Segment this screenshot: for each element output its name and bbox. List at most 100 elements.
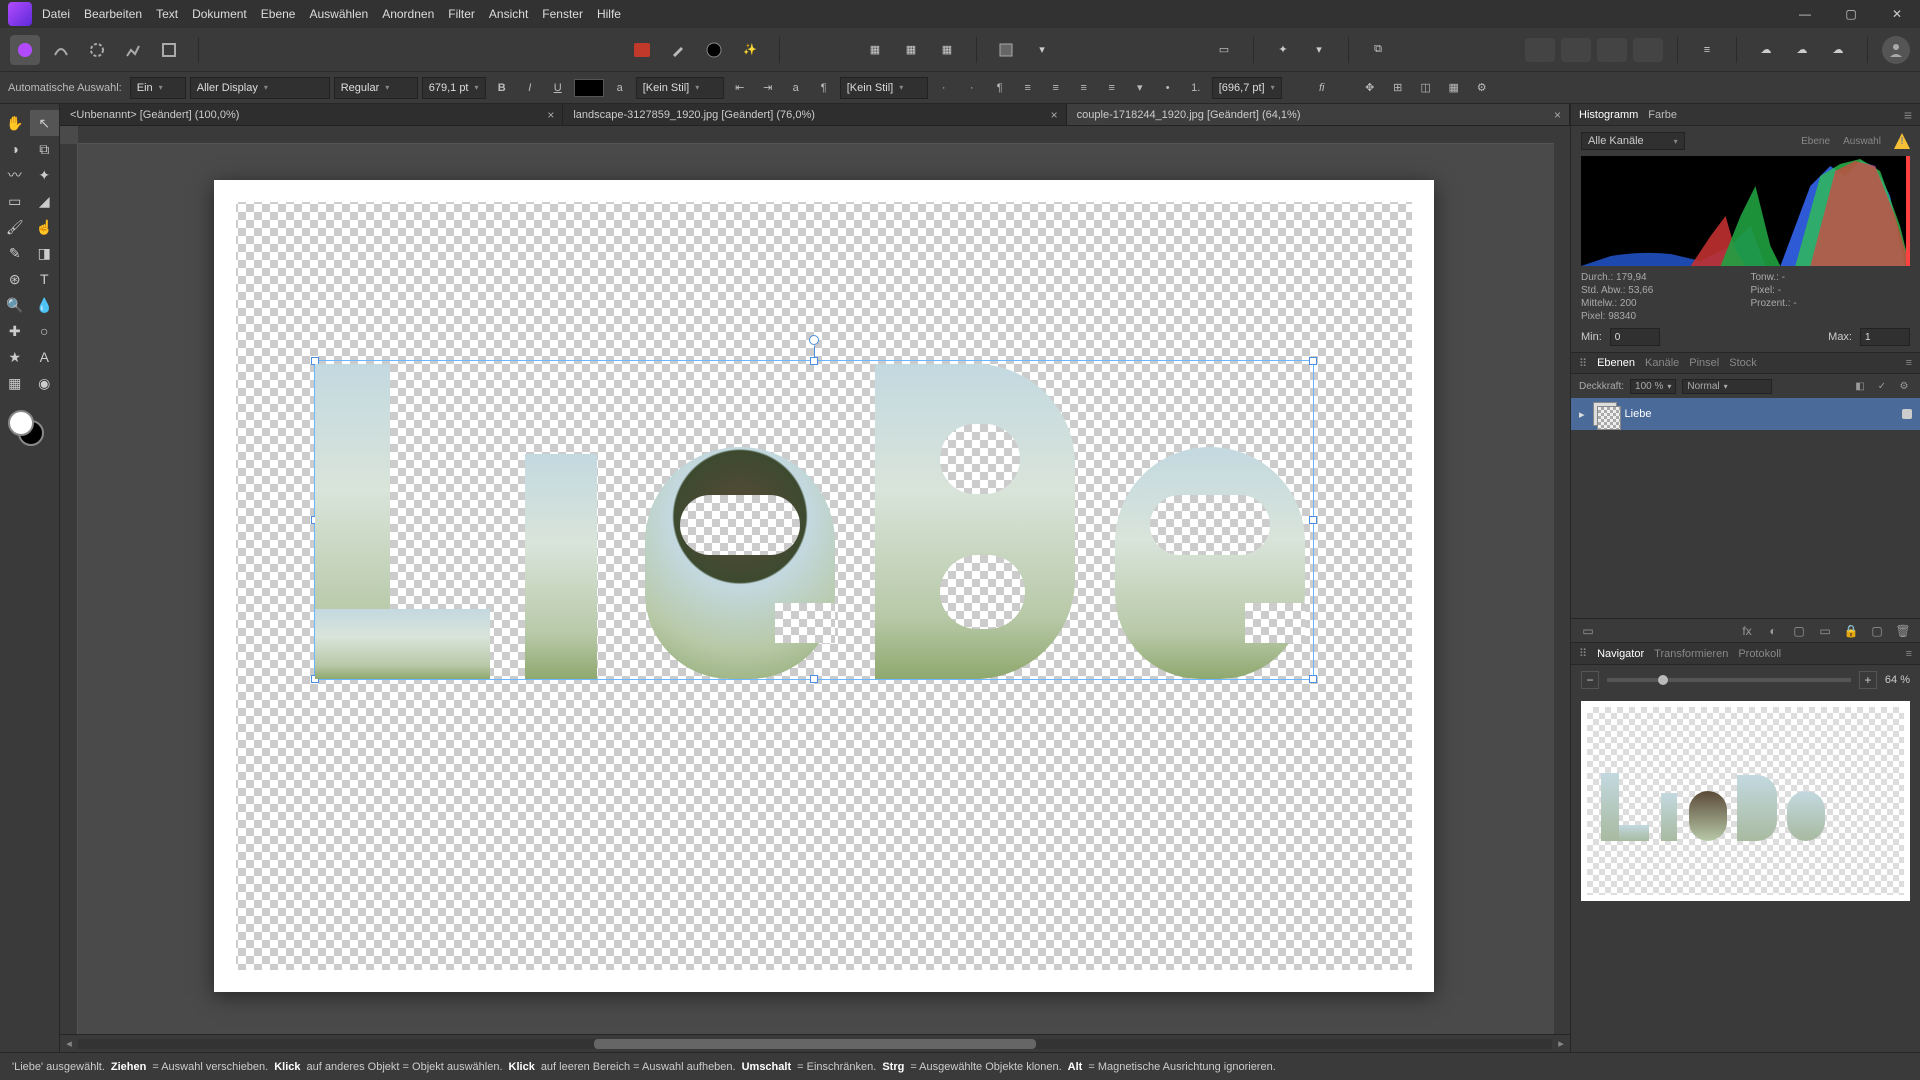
tab-ebenen[interactable]: Ebenen [1597, 357, 1635, 369]
selection-brush-icon[interactable]: 〰 [0, 162, 30, 188]
crop-mode-icon[interactable] [991, 35, 1021, 65]
close-tab-icon[interactable]: × [547, 108, 554, 122]
underline-button[interactable]: U [546, 77, 570, 99]
export-persona-icon[interactable] [154, 35, 184, 65]
blur-tool-icon[interactable]: 💧 [30, 292, 60, 318]
tab-farbe[interactable]: Farbe [1648, 109, 1677, 121]
account-avatar[interactable] [1882, 36, 1910, 64]
expand-icon[interactable]: ▸ [1579, 408, 1585, 421]
align-right-icon[interactable]: ≡ [1072, 77, 1096, 99]
rotation-handle[interactable] [809, 335, 819, 345]
sample-tool-icon[interactable]: ◉ [30, 370, 60, 396]
zoom-out-button[interactable]: − [1581, 671, 1599, 689]
para-style-dropdown[interactable]: [Kein Stil] [840, 77, 928, 99]
navigator-preview[interactable] [1581, 701, 1910, 901]
flood-select-icon[interactable]: ✦ [30, 162, 60, 188]
clone-tool-icon[interactable]: ⊛ [0, 266, 30, 292]
list-number-icon[interactable]: 1. [1184, 77, 1208, 99]
heal-tool-icon[interactable]: ✚ [0, 318, 30, 344]
blend-mode-dropdown[interactable]: Normal [1682, 379, 1772, 394]
view-tool-icon[interactable]: ◑ [0, 136, 30, 162]
zoom-thumb[interactable] [1658, 675, 1668, 685]
minimize-button[interactable]: — [1782, 0, 1828, 28]
document-tab[interactable]: <Unbenannt> [Geändert] (100,0%)× [60, 104, 563, 125]
tab-stock[interactable]: Stock [1729, 357, 1757, 369]
histo-tab-ebene[interactable]: Ebene [1801, 136, 1830, 147]
tab-protokoll[interactable]: Protokoll [1738, 648, 1781, 660]
fx-icon[interactable]: fx [1738, 622, 1756, 640]
align-icon[interactable]: ≡ [1692, 35, 1722, 65]
align-justify-icon[interactable]: ≡ [1100, 77, 1124, 99]
develop-persona-icon[interactable] [82, 35, 112, 65]
grid-icon[interactable]: ▦ [1442, 77, 1466, 99]
bold-button[interactable]: B [490, 77, 514, 99]
pilcrow-icon[interactable]: ¶ [988, 77, 1012, 99]
indent-right-icon[interactable]: ⇥ [756, 77, 780, 99]
panel-menu-icon[interactable]: ≡ [1906, 357, 1912, 369]
scroll-left-icon[interactable]: ◂ [60, 1035, 78, 1053]
tab-histogramm[interactable]: Histogramm [1579, 109, 1638, 121]
unknown-icon[interactable]: · [960, 77, 984, 99]
unknown-icon[interactable]: · [932, 77, 956, 99]
cloud-down-icon[interactable]: ☁ [1787, 35, 1817, 65]
zoom-slider[interactable] [1607, 678, 1851, 682]
para-panel-icon[interactable]: ¶ [812, 77, 836, 99]
histo-tab-auswahl[interactable]: Auswahl [1843, 136, 1881, 147]
foreground-color[interactable] [8, 410, 34, 436]
chain-icon[interactable]: ⧉ [1363, 35, 1393, 65]
menu-auswaehlen[interactable]: Auswählen [309, 7, 368, 21]
min-input[interactable] [1610, 328, 1660, 346]
font-weight-dropdown[interactable]: Regular [334, 77, 418, 99]
brush-tool-icon[interactable]: 🖌 [0, 214, 30, 240]
list-bullet-icon[interactable]: • [1156, 77, 1180, 99]
layer-list[interactable]: ▸ Liebe [1571, 398, 1920, 618]
photo-persona-icon[interactable] [10, 35, 40, 65]
grip-icon[interactable]: ⠿ [1579, 357, 1587, 370]
selection-grid2-icon[interactable]: ▦ [896, 35, 926, 65]
mask-icon[interactable]: ▭ [1579, 622, 1597, 640]
cloud-up-icon[interactable]: ☁ [1823, 35, 1853, 65]
layer-opt-icon[interactable]: ◧ [1852, 378, 1868, 394]
menu-bearbeiten[interactable]: Bearbeiten [84, 7, 142, 21]
auto-levels-icon[interactable]: ✨ [735, 35, 765, 65]
panel-menu-icon[interactable]: ≡ [1906, 648, 1912, 660]
document-tab[interactable]: couple-1718244_1920.jpg [Geändert] (64,1… [1067, 104, 1570, 125]
scroll-right-icon[interactable]: ▸ [1552, 1035, 1570, 1053]
dodge-tool-icon[interactable]: ○ [30, 318, 60, 344]
close-tab-icon[interactable]: × [1051, 108, 1058, 122]
artistic-text-icon[interactable]: A [30, 344, 60, 370]
text-color-swatch[interactable] [574, 79, 604, 97]
selection-grid1-icon[interactable]: ▦ [860, 35, 890, 65]
group-icon[interactable]: ▭ [1816, 622, 1834, 640]
close-tab-icon[interactable]: × [1554, 108, 1561, 122]
layer-opt-icon[interactable]: ✓ [1874, 378, 1890, 394]
eyedrop-icon[interactable] [663, 35, 693, 65]
vertical-ruler[interactable] [60, 144, 78, 1034]
liebe-text-art[interactable] [315, 361, 1313, 679]
char-panel-icon[interactable]: a [608, 77, 632, 99]
layer-name[interactable]: Liebe [1625, 408, 1652, 420]
maximize-button[interactable]: ▢ [1828, 0, 1874, 28]
menu-anordnen[interactable]: Anordnen [382, 7, 434, 21]
horizontal-scrollbar[interactable]: ◂ ▸ [60, 1034, 1570, 1052]
selection-bounds[interactable] [314, 360, 1314, 680]
align-center-icon[interactable]: ≡ [1044, 77, 1068, 99]
color-wells[interactable] [8, 410, 44, 446]
document-tab[interactable]: landscape-3127859_1920.jpg [Geändert] (7… [563, 104, 1066, 125]
swatch-red-icon[interactable] [627, 35, 657, 65]
eraser-tool-icon[interactable]: ◨ [30, 240, 60, 266]
menu-ebene[interactable]: Ebene [261, 7, 296, 21]
marquee-tool-icon[interactable]: ▭ [0, 188, 30, 214]
document-page[interactable] [214, 180, 1434, 992]
move-icon[interactable]: ✥ [1358, 77, 1382, 99]
chevron-down-icon[interactable]: ▾ [1027, 35, 1057, 65]
hand-tool-icon[interactable]: ✋ [0, 110, 30, 136]
text-tool-icon[interactable]: T [30, 266, 60, 292]
italic-button[interactable]: I [518, 77, 542, 99]
stack-icon[interactable]: ▭ [1209, 35, 1239, 65]
liquify-persona-icon[interactable] [46, 35, 76, 65]
layer-opt-icon[interactable]: ⚙ [1896, 378, 1912, 394]
layer-thumbnail[interactable] [1593, 402, 1617, 426]
menu-fenster[interactable]: Fenster [542, 7, 583, 21]
lock-icon[interactable]: 🔒 [1842, 622, 1860, 640]
